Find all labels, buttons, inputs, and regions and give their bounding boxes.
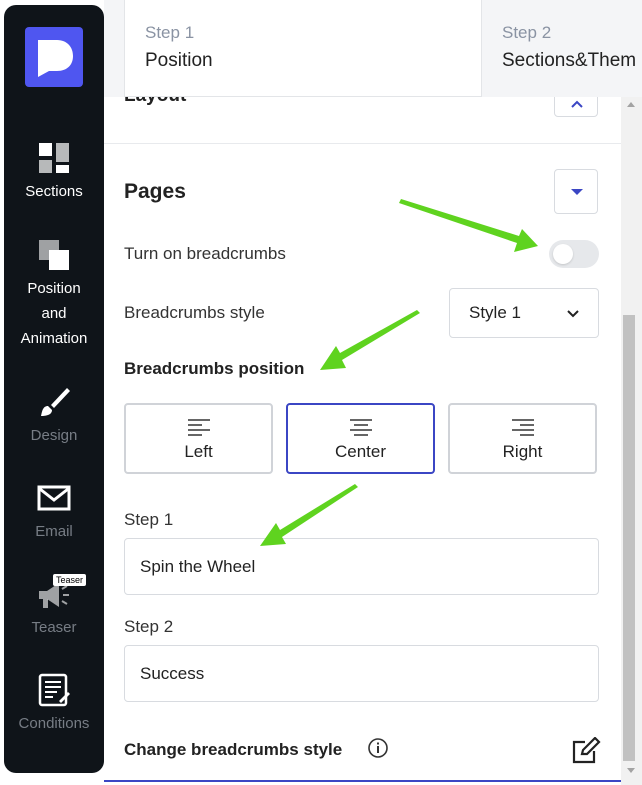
align-option-label: Right xyxy=(502,442,543,461)
edit-icon[interactable] xyxy=(571,737,601,765)
checklist-icon xyxy=(38,673,70,707)
layout-collapse-button[interactable] xyxy=(554,97,598,117)
brush-icon xyxy=(41,388,70,416)
breadcrumbs-style-label: Breadcrumbs style xyxy=(124,303,265,322)
sidebar-item-label: Sections xyxy=(25,183,83,200)
panel-scrollbar[interactable] xyxy=(621,97,642,785)
sections-icon xyxy=(39,143,69,173)
sidebar-item-design[interactable]: Design xyxy=(4,385,104,448)
sidebar-item-label: Position and Animation xyxy=(20,280,88,347)
step2-input[interactable] xyxy=(124,645,599,702)
toggle-knob xyxy=(553,244,573,264)
sidebar-item-label: Email xyxy=(35,523,73,540)
align-right-icon xyxy=(511,419,534,436)
info-icon[interactable] xyxy=(367,737,389,759)
step2-label: Step 2 xyxy=(124,617,174,636)
step-number: Step 2 xyxy=(502,23,552,42)
breadcrumbs-toggle-label: Turn on breadcrumbs xyxy=(124,244,286,263)
step-tab-sections-theme[interactable]: Step 2 Sections&Them xyxy=(482,0,642,97)
sidebar-item-conditions[interactable]: Conditions xyxy=(4,673,104,736)
align-left-icon xyxy=(187,419,210,436)
sidebar-item-label: Conditions xyxy=(18,715,90,732)
align-center-button[interactable]: Center xyxy=(286,403,435,474)
step-name: Sections&Them xyxy=(502,50,637,71)
settings-panel: Layout Pages Turn on breadcrumbs Breadcr… xyxy=(104,97,621,783)
breadcrumbs-position-label: Breadcrumbs position xyxy=(124,359,305,378)
sidebar-item-position-animation[interactable]: Position and Animation xyxy=(4,238,104,351)
section-divider xyxy=(104,143,621,144)
change-breadcrumbs-style-label: Change breadcrumbs style xyxy=(124,740,343,759)
align-right-button[interactable]: Right xyxy=(448,403,597,474)
step-number: Step 1 xyxy=(145,23,195,42)
align-option-label: Left xyxy=(184,442,213,461)
align-center-icon xyxy=(349,419,372,436)
pages-expand-button[interactable] xyxy=(554,169,598,214)
layout-section-title: Layout xyxy=(124,97,186,107)
sidebar-item-label: Teaser xyxy=(31,619,77,636)
scroll-up-icon[interactable] xyxy=(627,102,635,107)
select-value: Style 1 xyxy=(469,303,521,322)
steps-bar: Step 1 Position Step 2 Sections&Them xyxy=(104,0,642,97)
envelope-icon xyxy=(37,485,71,511)
position-animation-icon xyxy=(39,240,69,270)
sidebar-item-label: Design xyxy=(30,427,78,444)
step1-label: Step 1 xyxy=(124,510,174,529)
teaser-badge: Teaser xyxy=(53,574,87,586)
sidebar-item-sections[interactable]: Sections xyxy=(4,141,104,204)
sidebar-item-email[interactable]: Email xyxy=(4,481,104,544)
breadcrumbs-toggle[interactable] xyxy=(549,240,599,268)
app-logo xyxy=(25,27,83,87)
chevron-down-icon xyxy=(567,310,579,318)
bottom-accent-line xyxy=(104,780,621,782)
sidebar-item-teaser[interactable]: Teaser Teaser xyxy=(4,574,104,640)
chevron-icon xyxy=(571,100,583,108)
pages-section-title: Pages xyxy=(124,180,186,203)
sidebar: Sections Position and Animation Design E… xyxy=(4,5,104,773)
align-option-label: Center xyxy=(334,442,387,461)
scrollbar-thumb[interactable] xyxy=(623,315,635,761)
align-left-button[interactable]: Left xyxy=(124,403,273,474)
step-name: Position xyxy=(145,50,213,71)
scroll-down-icon[interactable] xyxy=(627,768,635,773)
breadcrumbs-style-select[interactable]: Style 1 xyxy=(449,288,599,338)
step1-input[interactable] xyxy=(124,538,599,595)
step-tab-position[interactable]: Step 1 Position xyxy=(124,0,482,97)
